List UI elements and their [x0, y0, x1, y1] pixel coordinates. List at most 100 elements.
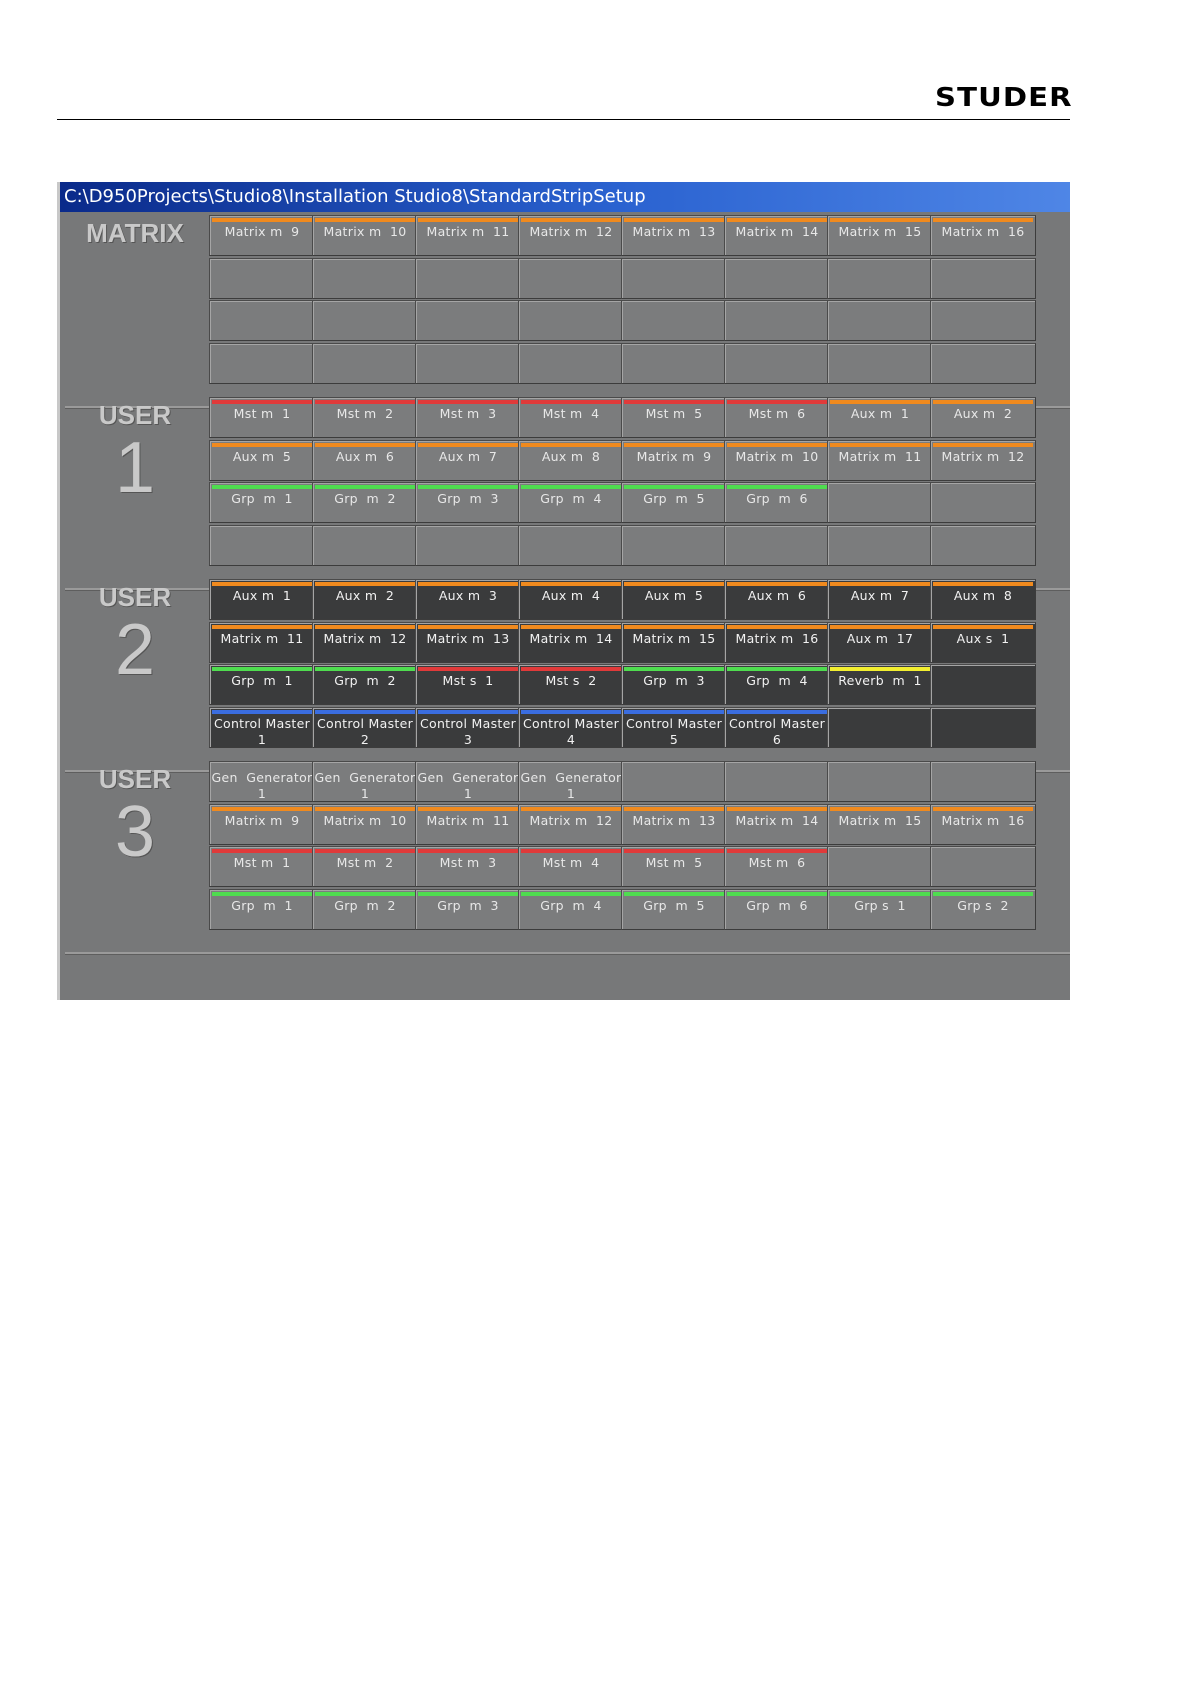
strip-button[interactable]: Grp m 2: [312, 889, 418, 930]
strip-button[interactable]: Control Master 1: [209, 707, 315, 748]
strip-button[interactable]: Aux m 17: [827, 622, 933, 663]
strip-button[interactable]: Grp m 6: [724, 482, 830, 523]
strip-button[interactable]: Matrix m 11: [415, 215, 521, 256]
strip-button[interactable]: Mst s 2: [518, 664, 624, 705]
strip-button[interactable]: Aux m 4: [518, 579, 624, 620]
strip-button[interactable]: Aux m 1: [209, 579, 315, 620]
empty-strip-button[interactable]: [209, 258, 315, 299]
strip-button[interactable]: Mst m 3: [415, 846, 521, 887]
strip-button[interactable]: Grp m 4: [518, 889, 624, 930]
empty-strip-button[interactable]: [724, 300, 830, 341]
empty-strip-button[interactable]: [415, 525, 521, 566]
strip-button[interactable]: Aux m 5: [209, 440, 315, 481]
empty-strip-button[interactable]: [930, 664, 1036, 705]
empty-strip-button[interactable]: [724, 761, 830, 802]
empty-strip-button[interactable]: [209, 300, 315, 341]
strip-button[interactable]: Matrix m 12: [930, 440, 1036, 481]
strip-button[interactable]: Matrix m 14: [724, 215, 830, 256]
strip-button[interactable]: Control Master 4: [518, 707, 624, 748]
strip-button[interactable]: Mst m 2: [312, 397, 418, 438]
empty-strip-button[interactable]: [930, 846, 1036, 887]
strip-button[interactable]: Aux m 7: [415, 440, 521, 481]
empty-strip-button[interactable]: [930, 761, 1036, 802]
strip-button[interactable]: Matrix m 9: [209, 215, 315, 256]
strip-button[interactable]: Matrix m 14: [724, 804, 830, 845]
strip-button[interactable]: Matrix m 10: [312, 215, 418, 256]
strip-button[interactable]: Grp s 2: [930, 889, 1036, 930]
strip-button[interactable]: Control Master 3: [415, 707, 521, 748]
strip-button[interactable]: Grp m 2: [312, 664, 418, 705]
strip-button[interactable]: Grp m 1: [209, 889, 315, 930]
empty-strip-button[interactable]: [518, 343, 624, 384]
strip-button[interactable]: Aux m 8: [930, 579, 1036, 620]
empty-strip-button[interactable]: [621, 258, 727, 299]
empty-strip-button[interactable]: [415, 258, 521, 299]
empty-strip-button[interactable]: [930, 525, 1036, 566]
strip-button[interactable]: Gen Generator 1: [518, 761, 624, 802]
strip-button[interactable]: Matrix m 9: [621, 440, 727, 481]
strip-button[interactable]: Mst m 3: [415, 397, 521, 438]
empty-strip-button[interactable]: [415, 343, 521, 384]
empty-strip-button[interactable]: [518, 525, 624, 566]
empty-strip-button[interactable]: [312, 525, 418, 566]
strip-button[interactable]: Mst m 6: [724, 846, 830, 887]
empty-strip-button[interactable]: [724, 258, 830, 299]
empty-strip-button[interactable]: [312, 258, 418, 299]
strip-button[interactable]: Reverb m 1: [827, 664, 933, 705]
strip-button[interactable]: Grp m 4: [518, 482, 624, 523]
empty-strip-button[interactable]: [827, 707, 933, 748]
empty-strip-button[interactable]: [930, 707, 1036, 748]
strip-button[interactable]: Gen Generator 1: [209, 761, 315, 802]
empty-strip-button[interactable]: [312, 343, 418, 384]
strip-button[interactable]: Gen Generator 1: [415, 761, 521, 802]
strip-button[interactable]: Aux s 1: [930, 622, 1036, 663]
strip-button[interactable]: Matrix m 11: [415, 804, 521, 845]
strip-button[interactable]: Grp m 4: [724, 664, 830, 705]
strip-button[interactable]: Aux m 8: [518, 440, 624, 481]
empty-strip-button[interactable]: [930, 482, 1036, 523]
strip-button[interactable]: Mst m 4: [518, 846, 624, 887]
empty-strip-button[interactable]: [827, 525, 933, 566]
strip-button[interactable]: Control Master 6: [724, 707, 830, 748]
empty-strip-button[interactable]: [621, 343, 727, 384]
empty-strip-button[interactable]: [724, 525, 830, 566]
strip-button[interactable]: Aux m 2: [930, 397, 1036, 438]
strip-button[interactable]: Grp m 1: [209, 664, 315, 705]
empty-strip-button[interactable]: [827, 761, 933, 802]
strip-button[interactable]: Matrix m 11: [209, 622, 315, 663]
strip-button[interactable]: Matrix m 14: [518, 622, 624, 663]
empty-strip-button[interactable]: [827, 258, 933, 299]
strip-button[interactable]: Mst m 1: [209, 846, 315, 887]
strip-button[interactable]: Grp m 5: [621, 889, 727, 930]
strip-button[interactable]: Aux m 2: [312, 579, 418, 620]
strip-button[interactable]: Matrix m 13: [621, 215, 727, 256]
empty-strip-button[interactable]: [621, 761, 727, 802]
strip-button[interactable]: Grp m 2: [312, 482, 418, 523]
strip-button[interactable]: Grp m 1: [209, 482, 315, 523]
empty-strip-button[interactable]: [827, 846, 933, 887]
strip-button[interactable]: Matrix m 15: [827, 215, 933, 256]
strip-button[interactable]: Matrix m 12: [518, 804, 624, 845]
strip-button[interactable]: Matrix m 15: [621, 622, 727, 663]
strip-button[interactable]: Gen Generator 1: [312, 761, 418, 802]
empty-strip-button[interactable]: [209, 343, 315, 384]
strip-button[interactable]: Mst m 5: [621, 846, 727, 887]
strip-button[interactable]: Matrix m 10: [312, 804, 418, 845]
strip-button[interactable]: Aux m 1: [827, 397, 933, 438]
strip-button[interactable]: Control Master 2: [312, 707, 418, 748]
strip-button[interactable]: Matrix m 11: [827, 440, 933, 481]
empty-strip-button[interactable]: [827, 343, 933, 384]
strip-button[interactable]: Mst m 5: [621, 397, 727, 438]
strip-button[interactable]: Mst m 2: [312, 846, 418, 887]
empty-strip-button[interactable]: [209, 525, 315, 566]
strip-button[interactable]: Matrix m 16: [930, 804, 1036, 845]
strip-button[interactable]: Matrix m 16: [724, 622, 830, 663]
strip-button[interactable]: Aux m 3: [415, 579, 521, 620]
empty-strip-button[interactable]: [518, 300, 624, 341]
strip-button[interactable]: Aux m 6: [724, 579, 830, 620]
strip-button[interactable]: Aux m 6: [312, 440, 418, 481]
empty-strip-button[interactable]: [930, 343, 1036, 384]
strip-button[interactable]: Control Master 5: [621, 707, 727, 748]
strip-button[interactable]: Aux m 7: [827, 579, 933, 620]
strip-button[interactable]: Grp s 1: [827, 889, 933, 930]
